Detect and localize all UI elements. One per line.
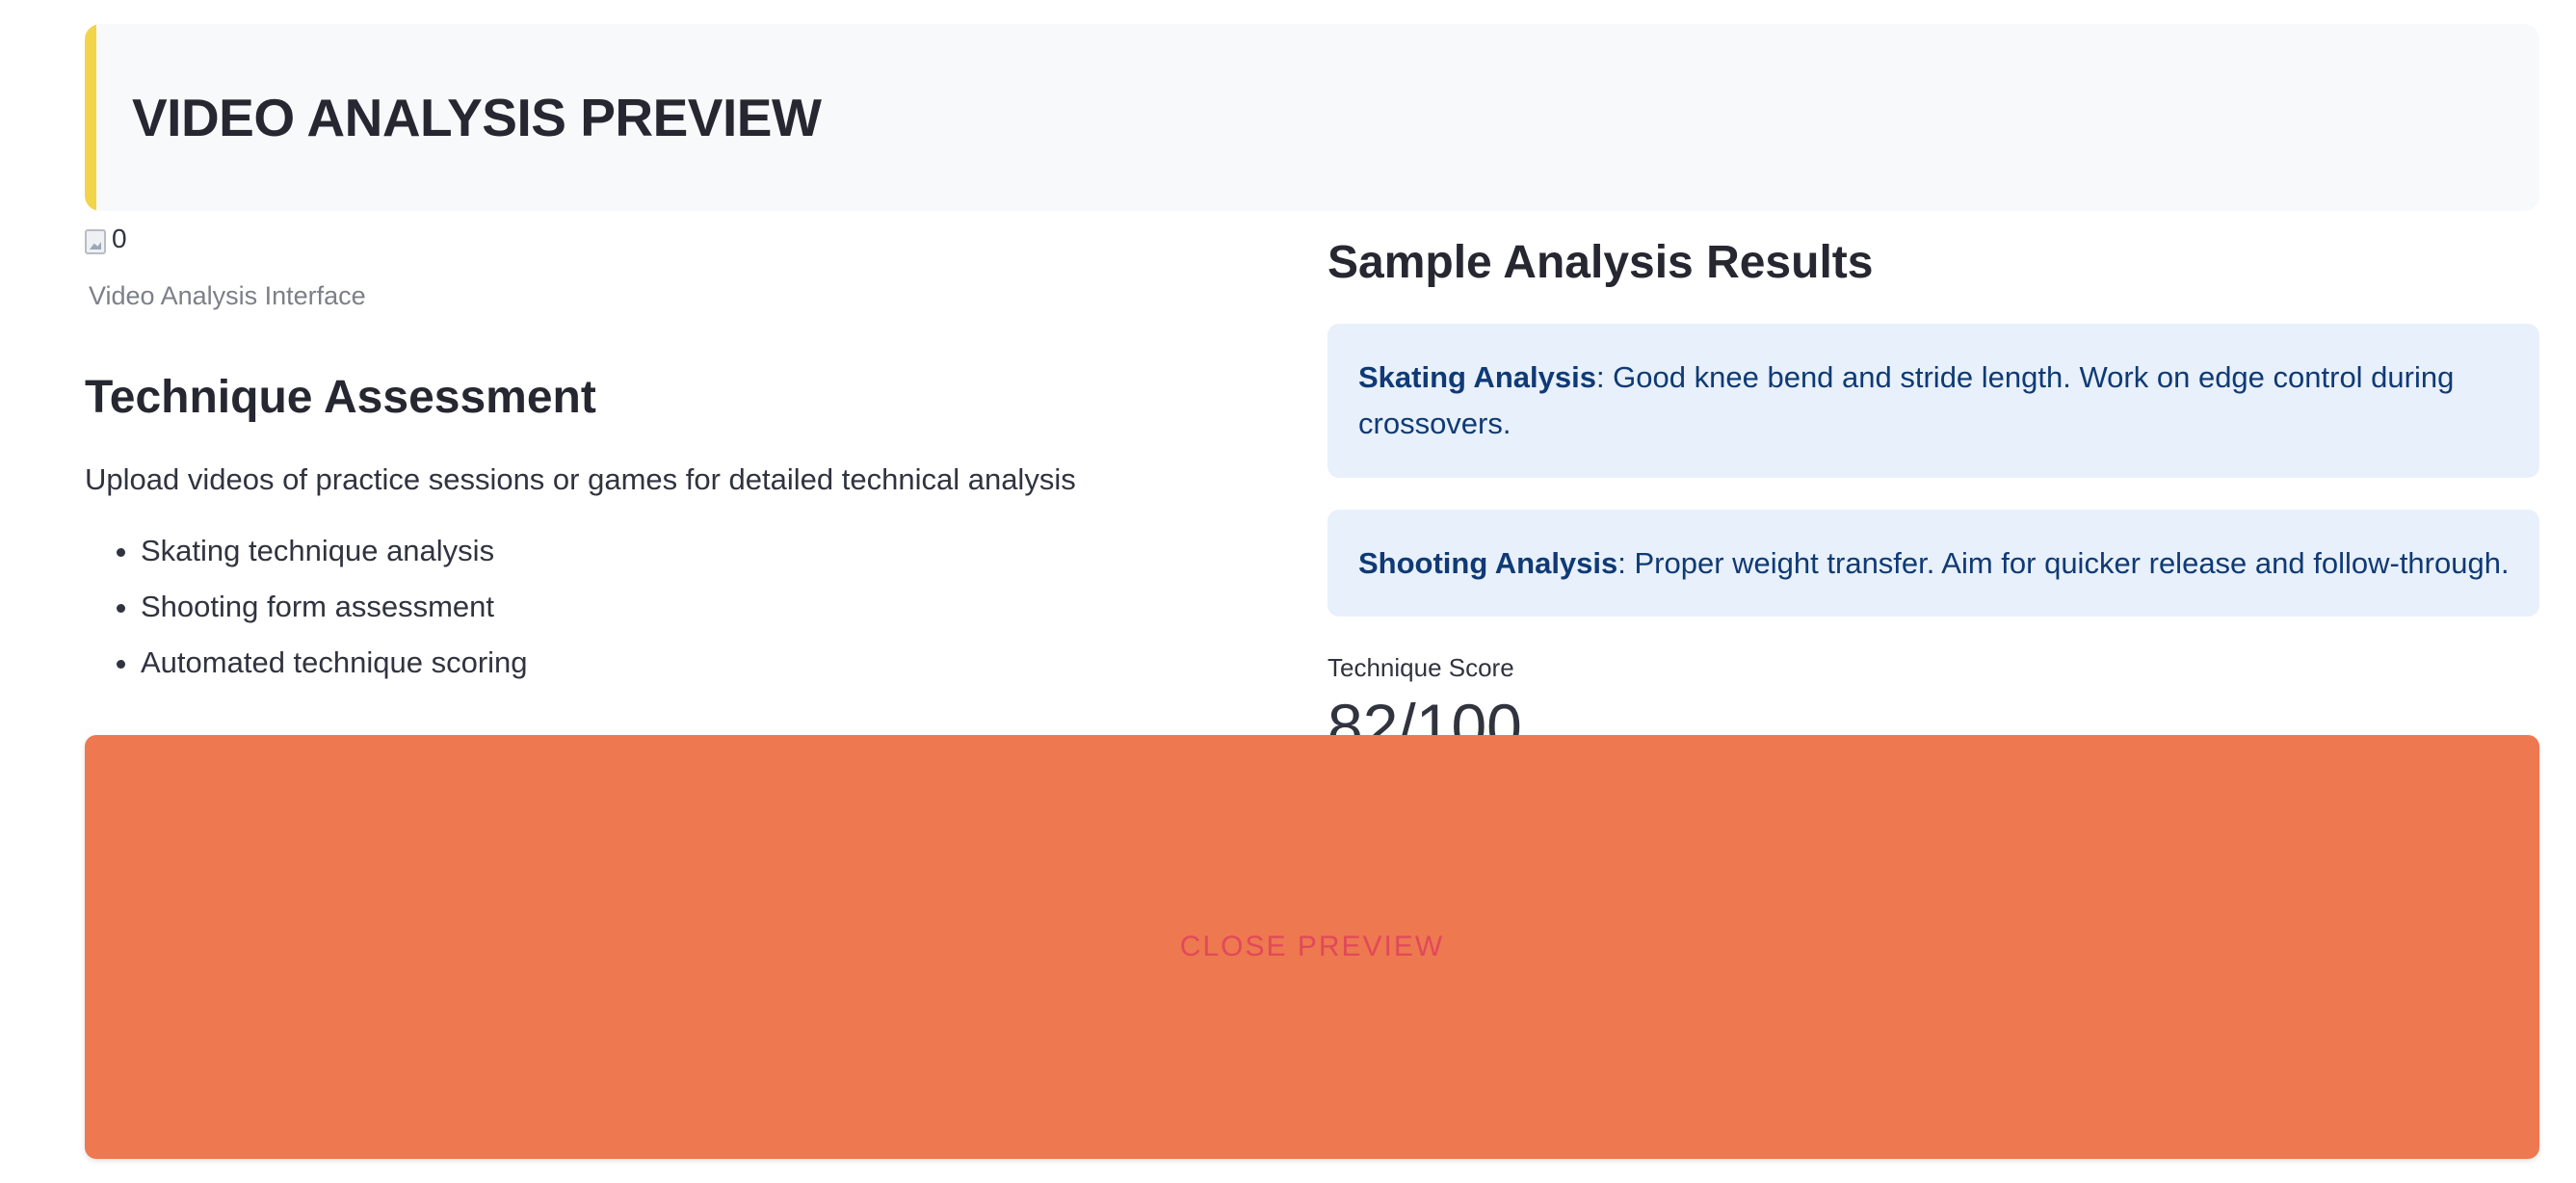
technique-score-label: Technique Score [1327, 653, 1514, 682]
left-column: 0 Video Analysis Interface Technique Ass… [85, 212, 1270, 699]
technique-assessment-heading: Technique Assessment [85, 372, 596, 423]
page-title: VIDEO ANALYSIS PREVIEW [132, 88, 822, 147]
header-banner: VIDEO ANALYSIS PREVIEW [85, 24, 2539, 211]
shooting-analysis-text: : Proper weight transfer. Aim for quicke… [1617, 545, 2510, 580]
shooting-analysis-label: Shooting Analysis [1358, 545, 1618, 580]
feature-item-skating: Skating technique analysis [141, 532, 1270, 570]
close-preview-button[interactable]: CLOSE PREVIEW [85, 735, 2539, 1159]
broken-image-icon [85, 229, 106, 254]
feature-item-scoring: Automated technique scoring [141, 644, 1270, 682]
feature-item-shooting: Shooting form assessment [141, 588, 1270, 626]
analysis-image: 0 [85, 212, 1270, 254]
skating-analysis-label: Skating Analysis [1358, 360, 1596, 394]
right-column: Sample Analysis Results Skating Analysis… [1327, 231, 2539, 760]
page: VIDEO ANALYSIS PREVIEW 0 Video Analysis … [0, 0, 2576, 1183]
sample-results-heading: Sample Analysis Results [1327, 237, 1874, 288]
image-alt-text: 0 [112, 223, 127, 253]
technique-description: Upload videos of practice sessions or ga… [85, 462, 1076, 496]
header-accent-bar [85, 24, 96, 211]
shooting-analysis-box: Shooting Analysis: Proper weight transfe… [1327, 510, 2539, 617]
skating-analysis-box: Skating Analysis: Good knee bend and str… [1327, 324, 2539, 478]
feature-list: Skating technique analysis Shooting form… [85, 532, 1270, 682]
image-caption: Video Analysis Interface [89, 281, 366, 310]
